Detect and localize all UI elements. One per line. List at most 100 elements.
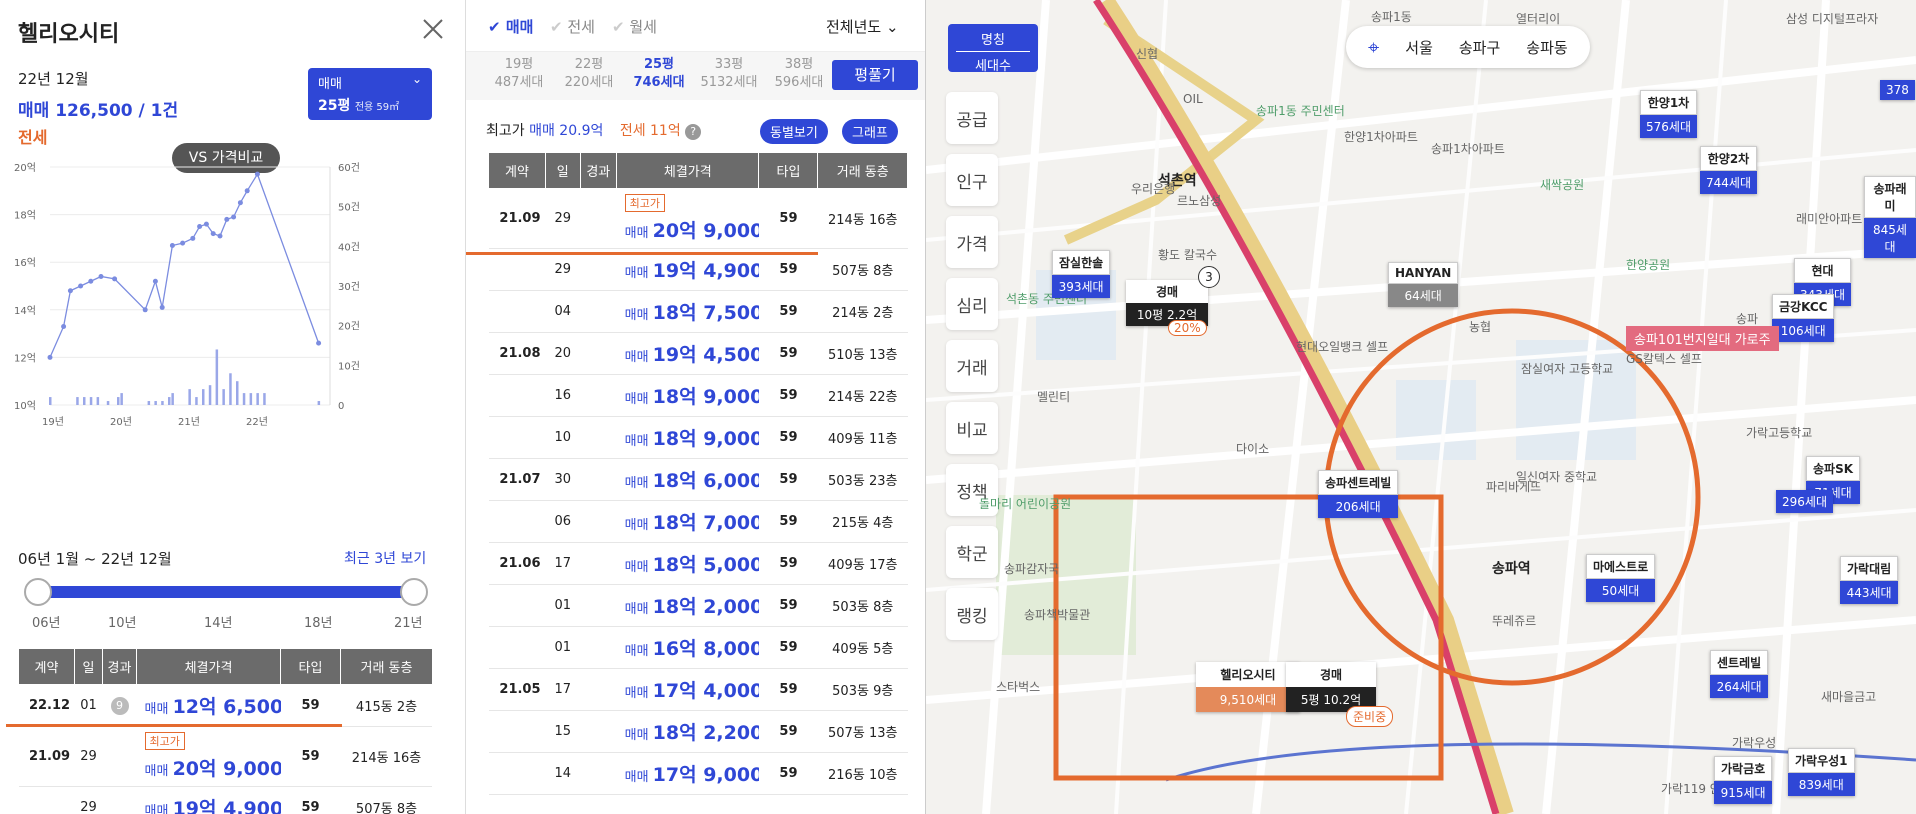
table-row[interactable]: 06 매매 18억 7,000 59 215동 4층 (488, 500, 908, 543)
map-menu-item[interactable]: 심리 (946, 278, 998, 330)
complex-marker[interactable]: 가락금호 915세대 (1714, 756, 1773, 804)
map-poi[interactable]: 송파 (1736, 310, 1758, 327)
breadcrumb-seoul[interactable]: 서울 (1405, 37, 1433, 58)
table-row[interactable]: 22.12 01 9 매매 12억 6,500 59 415동 2층 (18, 684, 432, 727)
auction-marker[interactable]: 경매 5평 10.2억 (1286, 662, 1376, 712)
map-poi[interactable]: 열터리이 (1516, 10, 1560, 27)
map-poi[interactable]: 우리은행 (1131, 180, 1175, 197)
map-poi[interactable]: GS칼텍스 셀프 (1626, 350, 1702, 367)
complex-marker[interactable]: 가락우성1 839세대 (1788, 748, 1855, 796)
summary-jeonse[interactable]: 전세 (18, 124, 47, 148)
map-menu-item[interactable]: 비교 (946, 402, 998, 454)
target-icon[interactable]: ⌖ (1368, 35, 1379, 59)
map-poi[interactable]: 파리바게뜨 (1486, 478, 1541, 495)
complex-marker[interactable]: 한양2차 744세대 (1700, 146, 1757, 194)
year-filter[interactable]: 전체년도 ⌄ (826, 16, 899, 37)
complex-marker[interactable]: 한양1차 576세대 (1640, 90, 1697, 138)
map-poi[interactable]: 새싹공원 (1540, 176, 1584, 193)
map-poi[interactable]: 송파감자국 (1004, 560, 1059, 577)
size-tab[interactable]: 33평 5132세대 (696, 56, 762, 92)
map-poi[interactable]: 송파1차아파트 (1431, 140, 1505, 157)
range-handle-start[interactable] (24, 578, 52, 606)
map-menu-item[interactable]: 인구 (946, 154, 998, 206)
map-poi[interactable]: 신협 (1136, 45, 1158, 62)
map-poi[interactable]: 황도 칼국수 (1158, 246, 1217, 263)
complex-marker[interactable]: 296세대 (1776, 490, 1833, 513)
map-poi[interactable]: 농협 (1469, 318, 1491, 335)
map-poi[interactable]: 현대오일뱅크 셀프 (1296, 338, 1388, 355)
map-menu-item[interactable]: 랭킹 (946, 588, 998, 640)
complex-marker-units: 845세대 (1864, 218, 1916, 258)
map-poi[interactable]: 잠실여자 고등학교 (1521, 360, 1613, 377)
name-units-toggle[interactable]: 명칭 세대수 (948, 24, 1038, 74)
map-menu-item[interactable]: 공급 (946, 92, 998, 144)
table-row[interactable]: 21.07 30 매매 18억 6,000 59 503동 23층 (488, 458, 908, 501)
map-poi[interactable]: 뚜레쥬르 (1492, 612, 1536, 629)
map-poi[interactable]: 한양1차아파트 (1344, 128, 1418, 145)
helio-marker[interactable]: 헬리오시티 9,510세대 (1196, 662, 1300, 712)
map-poi[interactable]: 다이소 (1236, 440, 1269, 457)
row-dong: 214동 (828, 213, 865, 228)
map-poi[interactable]: 새마을금고 (1821, 688, 1876, 705)
map-poi[interactable]: OIL (1183, 92, 1203, 106)
graph-button[interactable]: 그래프 (842, 119, 898, 144)
breadcrumb-songpa-gu[interactable]: 송파구 (1459, 37, 1500, 58)
map-poi[interactable]: 멜린티 (1037, 388, 1070, 405)
help-icon[interactable]: ? (685, 124, 702, 140)
map-poi[interactable]: 한양공원 (1626, 256, 1670, 273)
size-tab[interactable]: 38평 596세대 (766, 56, 832, 92)
tab-monthly[interactable]: ✔ 월세 (612, 16, 657, 37)
map-menu-item[interactable]: 가격 (946, 216, 998, 268)
complex-marker[interactable]: 금강KCC 106세대 (1772, 294, 1835, 342)
table-row[interactable]: 16 매매 18억 9,000 59 214동 22층 (488, 374, 908, 417)
complex-marker[interactable]: HANYAN 64세대 (1388, 262, 1459, 307)
map-poi[interactable]: 가락고등학교 (1746, 424, 1812, 441)
table-row[interactable]: 01 매매 16억 8,000 59 409동 5층 (488, 626, 908, 669)
complex-marker-units: 206세대 (1318, 495, 1399, 518)
complex-marker[interactable]: 378 (1880, 80, 1915, 100)
table-row[interactable]: 21.09 29 최고가 매매 20억 9,000 59 214동 16층 (488, 188, 908, 249)
complex-marker[interactable]: 센트레빌 264세대 (1710, 650, 1769, 698)
map-menu-item[interactable]: 학군 (946, 526, 998, 578)
redevelopment-banner[interactable]: 송파101번지일대 가로주 (1626, 326, 1779, 351)
range-handle-end[interactable] (400, 578, 428, 606)
map-view[interactable]: 명칭 세대수 ⌖ 서울 송파구 송파동 공급 인구 가격 심리 거래 비교 정책 학군 랭킹 석… (926, 0, 1916, 814)
table-row[interactable]: 14 매매 17억 9,000 59 216동 10층 (488, 752, 908, 795)
size-tab[interactable]: 19평 487세대 (486, 56, 552, 92)
map-poi[interactable]: 르노삼성 (1177, 192, 1221, 209)
complex-marker[interactable]: 마에스트로 50세대 (1586, 554, 1656, 602)
map-poi[interactable]: 삼성 디지털프라자 (1786, 10, 1878, 27)
map-menu-item[interactable]: 거래 (946, 340, 998, 392)
size-tab[interactable]: 22평 220세대 (556, 56, 622, 92)
complex-marker[interactable]: 송파센트레빌 206세대 (1318, 470, 1399, 518)
recent-3y-link[interactable]: 최근 3년 보기 (344, 548, 426, 568)
table-row[interactable]: 21.05 17 매매 17억 4,000 59 503동 9층 (488, 668, 908, 711)
map-poi[interactable]: 래미안아파트 (1796, 210, 1862, 227)
map-poi[interactable]: 송파1동 주민센터 (1256, 102, 1345, 119)
table-row[interactable]: 29 매매 19억 4,900 59 507동 8층 (18, 786, 432, 814)
tab-sale[interactable]: ✔ 매매 (488, 16, 533, 37)
complex-marker[interactable]: 가락대림 443세대 (1840, 556, 1899, 604)
size-tab[interactable]: 25평 746세대 (626, 56, 692, 92)
map-poi[interactable]: 돌마리 어린이공원 (979, 495, 1071, 512)
complex-marker[interactable]: 잠실한솔 393세대 (1052, 250, 1111, 298)
expand-size-button[interactable]: 평풀기 (832, 60, 918, 90)
table-row[interactable]: 21.06 17 매매 18억 5,000 59 409동 17층 (488, 542, 908, 585)
table-row[interactable]: 21.08 20 매매 19억 4,500 59 510동 13층 (488, 332, 908, 375)
breadcrumb-songpa-dong[interactable]: 송파동 (1526, 37, 1567, 58)
type-select[interactable]: 매매 ⌄ 25평 전용 59㎡ (308, 68, 432, 120)
table-row[interactable]: 01 매매 18억 2,000 59 503동 8층 (488, 584, 908, 627)
table-row[interactable]: 04 매매 18억 7,500 59 214동 2층 (488, 290, 908, 333)
map-poi[interactable]: 스타벅스 (996, 678, 1040, 695)
by-dong-button[interactable]: 동별보기 (760, 119, 828, 144)
table-row[interactable]: 10 매매 18억 9,000 59 409동 11층 (488, 416, 908, 459)
map-poi[interactable]: 송파역 (1492, 558, 1531, 578)
map-poi[interactable]: 송파1동 (1371, 8, 1412, 25)
map-poi[interactable]: 가락우성 (1732, 734, 1776, 751)
map-poi[interactable]: 송파책박물관 (1024, 606, 1090, 623)
tab-jeonse[interactable]: ✔ 전세 (550, 16, 595, 37)
table-row[interactable]: 15 매매 18억 2,200 59 507동 13층 (488, 710, 908, 753)
close-icon[interactable] (420, 16, 446, 42)
complex-marker[interactable]: 송파래미 845세대 (1864, 176, 1916, 258)
table-row[interactable]: 21.09 29 최고가 매매 20억 9,000 59 214동 16층 (18, 726, 432, 787)
